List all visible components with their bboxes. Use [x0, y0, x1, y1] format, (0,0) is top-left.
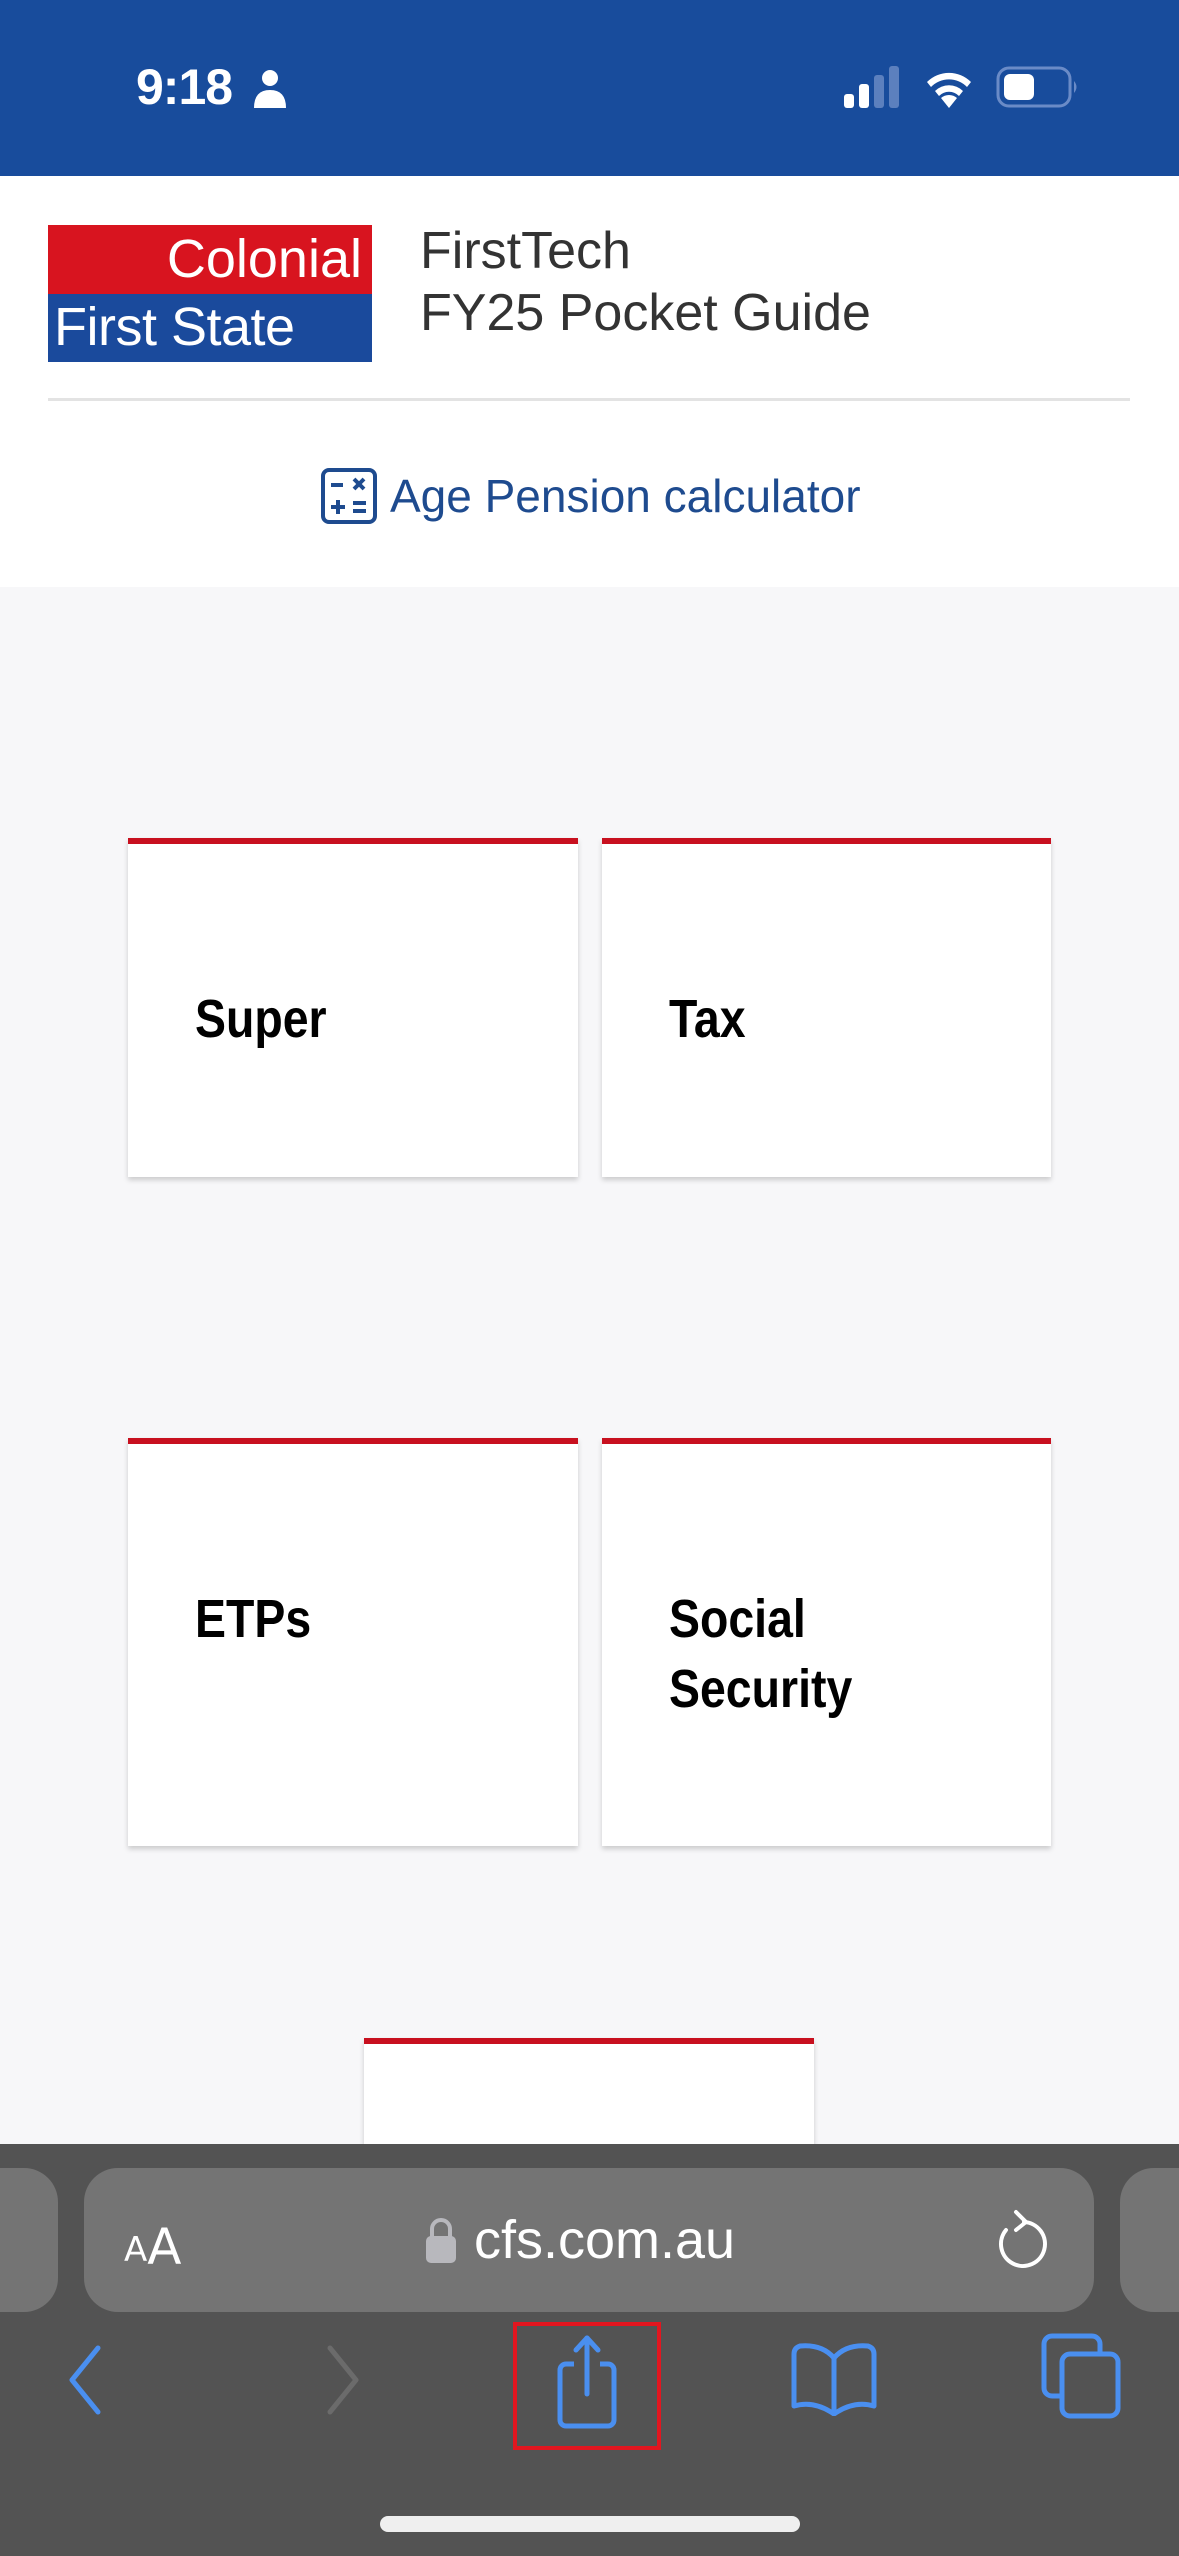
previous-tab-peek[interactable] — [0, 2168, 58, 2312]
topic-card-label: ETPs — [195, 1589, 312, 1649]
topic-card-etps[interactable]: ETPs — [128, 1438, 578, 1846]
topic-card-label: Super — [195, 989, 327, 1049]
calculator-icon — [321, 468, 377, 524]
status-time: 9:18 — [136, 59, 233, 115]
browser-toolbar: A A cfs.com.au — [0, 2144, 1179, 2556]
text-size-button[interactable]: A A — [124, 2208, 204, 2272]
topic-card-social-security[interactable]: Social Security — [602, 1438, 1051, 1846]
topic-card-super[interactable]: Super — [128, 838, 578, 1177]
topic-card-label: Social Security — [669, 1584, 852, 1724]
url-text: cfs.com.au — [474, 2210, 736, 2270]
topic-card-label-line-1: Social — [669, 1589, 806, 1649]
colonial-first-state-logo[interactable]: Colonial First State — [48, 225, 372, 362]
reload-icon[interactable] — [990, 2208, 1050, 2274]
person-icon — [254, 70, 286, 108]
forward-button[interactable] — [316, 2340, 370, 2420]
tabs-button[interactable] — [1040, 2332, 1122, 2420]
logo-line-1: Colonial — [48, 225, 372, 294]
status-bar: 9:18 — [0, 0, 1179, 176]
bookmarks-button[interactable] — [786, 2340, 882, 2416]
age-pension-calculator-link[interactable]: Age Pension calculator — [320, 466, 861, 526]
next-tab-peek[interactable] — [1120, 2168, 1179, 2312]
url-display[interactable]: cfs.com.au — [424, 2204, 735, 2276]
text-size-large-a: A — [147, 2218, 182, 2276]
topic-card-label: Tax — [669, 989, 746, 1049]
topic-card-label-line-2: Security — [669, 1659, 853, 1719]
lock-icon — [426, 2218, 456, 2263]
wifi-icon — [927, 72, 971, 108]
page-title-line-1: FirstTech — [420, 222, 631, 280]
page-title: FirstTech FY25 Pocket Guide — [420, 220, 871, 344]
address-bar[interactable]: A A cfs.com.au — [84, 2168, 1094, 2312]
topic-card-tax[interactable]: Tax — [602, 838, 1051, 1177]
page-title-line-2: FY25 Pocket Guide — [420, 284, 871, 342]
text-size-small-a: A — [124, 2230, 148, 2270]
battery-icon — [996, 66, 1077, 108]
share-button-highlight — [513, 2322, 661, 2450]
cellular-signal-icon — [844, 66, 899, 108]
logo-line-2: First State — [48, 294, 372, 362]
back-button[interactable] — [60, 2340, 114, 2420]
site-header: Colonial First State FirstTech FY25 Pock… — [0, 176, 1179, 587]
header-divider — [48, 398, 1130, 401]
age-pension-calculator-label: Age Pension calculator — [390, 470, 861, 522]
home-indicator[interactable] — [380, 2516, 800, 2532]
